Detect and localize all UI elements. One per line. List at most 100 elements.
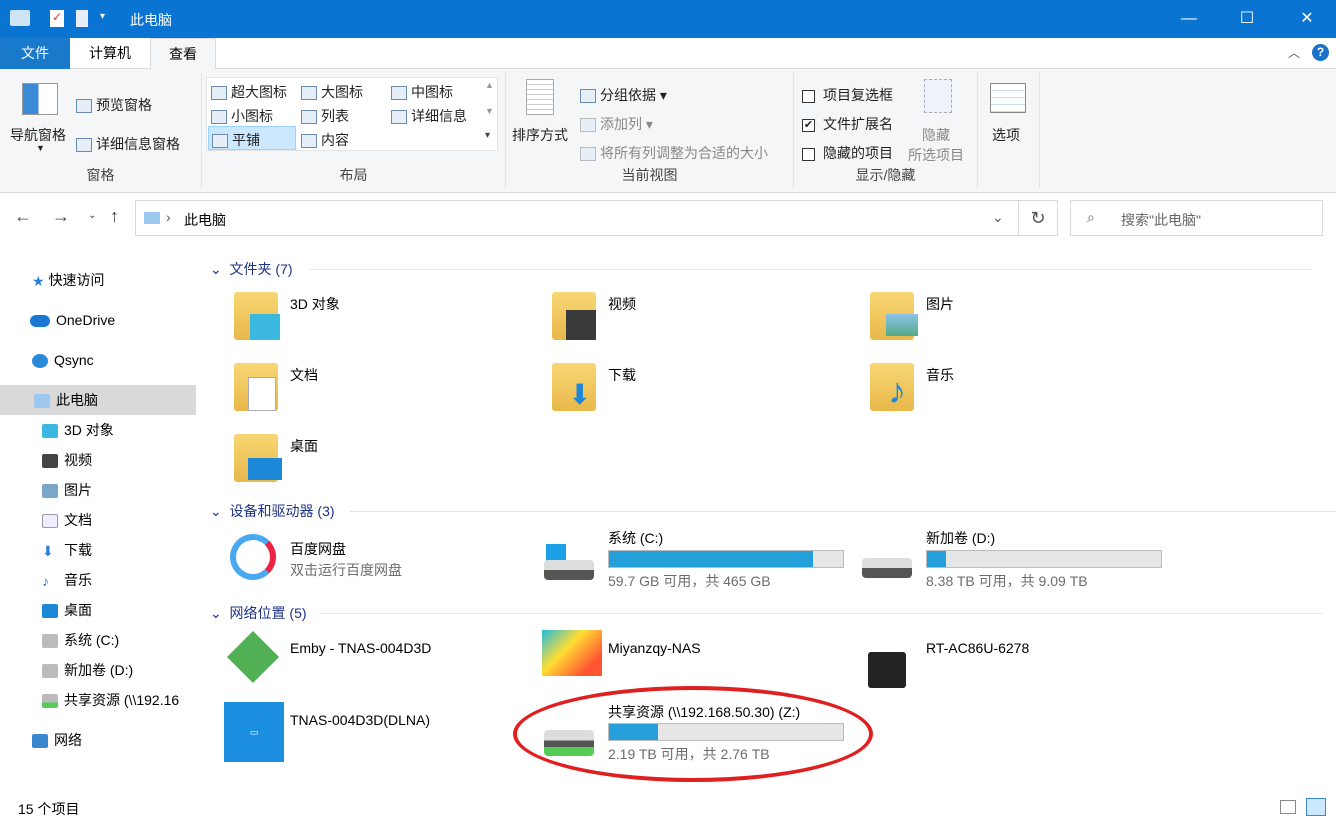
details-pane-button[interactable]: 详细信息窗格 [76, 134, 180, 154]
baidu-netdisk[interactable]: 百度网盘双击运行百度网盘 [224, 528, 534, 594]
address-dropdown-icon[interactable]: ⌄ [992, 209, 1004, 226]
layout-medium[interactable]: 中图标 [391, 82, 453, 102]
folder-videos[interactable]: 视频 [548, 288, 858, 354]
fit-columns-button[interactable]: 将所有列调整为合适的大小 [580, 143, 768, 163]
group-label: 当前视图 [506, 165, 793, 185]
drive-space: 8.38 TB 可用，共 9.09 TB [926, 571, 1088, 591]
refresh-button[interactable]: ↻ [1018, 200, 1058, 236]
group-header-folders[interactable]: ⌄ 文件夹 (7) [210, 259, 1330, 279]
breadcrumb-this-pc[interactable]: 此电脑 [184, 210, 226, 230]
tab-computer[interactable]: 计算机 [72, 38, 148, 69]
nav-pane-button[interactable]: 导航窗格 [10, 125, 66, 145]
sidebar-item-desktop[interactable]: 桌面 [0, 595, 196, 625]
layout-large[interactable]: 大图标 [301, 82, 363, 102]
checkbox[interactable] [802, 148, 815, 161]
folder-desktop[interactable]: 桌面 [230, 430, 540, 496]
layout-list[interactable]: 列表 [301, 106, 349, 126]
minimize-button[interactable]: — [1160, 0, 1218, 38]
sort-by-button[interactable]: 排序方式 [512, 125, 568, 145]
details-pane-icon [76, 138, 92, 152]
preview-pane-button[interactable]: 预览窗格 [76, 95, 152, 115]
network-emby[interactable]: Emby - TNAS-004D3D [224, 628, 534, 694]
network-tnas-dlna[interactable]: ▭TNAS-004D3D(DLNA) [224, 700, 534, 766]
gallery-up-icon[interactable]: ▲ [485, 80, 494, 90]
group-header-devices[interactable]: ⌄ 设备和驱动器 (3) [210, 501, 1330, 521]
layout-details[interactable]: 详细信息 [391, 106, 467, 126]
help-icon[interactable]: ? [1312, 44, 1329, 61]
sidebar-item-3d[interactable]: 3D 对象 [0, 415, 196, 445]
layout-tiles[interactable]: 平铺 [208, 126, 296, 150]
label: 预览窗格 [96, 97, 152, 113]
properties-icon[interactable]: ✓ [50, 10, 64, 27]
sidebar-item-documents[interactable]: 文档 [0, 505, 196, 535]
collapse-icon[interactable]: ⌄ [210, 605, 222, 621]
sidebar-item-drive-c[interactable]: 系统 (C:) [0, 625, 196, 655]
item-checkboxes-toggle[interactable]: 项目复选框 [802, 85, 893, 105]
recent-locations-icon[interactable]: ⌄ [88, 210, 96, 221]
group-by-icon [580, 89, 596, 103]
label: 详细信息 [411, 108, 467, 124]
network-router[interactable]: RT-AC86U-6278 [858, 628, 1168, 694]
sidebar-item-onedrive[interactable]: OneDrive [0, 305, 196, 335]
folder-music[interactable]: ♪音乐 [866, 359, 1176, 425]
sidebar-item-quick-access[interactable]: ★快速访问 [0, 265, 196, 295]
baidu-netdisk-icon [230, 534, 276, 580]
address-bar[interactable]: › 此电脑 ⌄ [135, 200, 1019, 236]
hidden-items-toggle[interactable]: 隐藏的项目 [802, 143, 893, 163]
sidebar-item-pictures[interactable]: 图片 [0, 475, 196, 505]
tab-file[interactable]: 文件 [0, 38, 70, 69]
gallery-more-icon[interactable]: ▾ [485, 130, 490, 141]
drive-c[interactable]: 系统 (C:) 59.7 GB 可用，共 465 GB [540, 528, 850, 594]
customize-toolbar-icon[interactable]: ▾ [100, 11, 105, 22]
group-by-button[interactable]: 分组依据 ▾ [580, 85, 667, 105]
collapse-icon[interactable]: ⌄ [210, 261, 222, 277]
forward-icon[interactable]: → [52, 206, 70, 227]
details-view-icon[interactable] [1280, 800, 1296, 814]
sidebar-item-music[interactable]: ♪音乐 [0, 565, 196, 595]
label: 百度网盘 [290, 539, 346, 559]
desktop-icon [42, 604, 58, 618]
list-icon [301, 110, 317, 124]
folder-documents[interactable]: 文档 [230, 359, 540, 425]
folder-pictures[interactable]: 图片 [866, 288, 1176, 354]
folder-downloads[interactable]: ⬇下载 [548, 359, 858, 425]
layout-small[interactable]: 小图标 [211, 106, 273, 126]
tab-view[interactable]: 查看 [150, 38, 216, 70]
checkbox-checked[interactable]: ✔ [802, 119, 815, 132]
sidebar-item-downloads[interactable]: ⬇下载 [0, 535, 196, 565]
folder-3d-objects[interactable]: 3D 对象 [230, 288, 540, 354]
group-header-network[interactable]: ⌄ 网络位置 (5) [210, 603, 1330, 623]
downloads-folder-icon: ⬇ [552, 363, 596, 411]
layout-content[interactable]: 内容 [301, 130, 349, 150]
new-folder-icon[interactable] [76, 10, 88, 27]
maximize-button[interactable]: ☐ [1218, 0, 1276, 38]
gallery-down-icon[interactable]: ▼ [485, 106, 494, 116]
up-icon[interactable]: ↑ [110, 206, 119, 227]
file-extensions-toggle[interactable]: ✔文件扩展名 [802, 114, 893, 134]
sidebar-item-qsync[interactable]: Qsync [0, 345, 196, 375]
drive-d[interactable]: 新加卷 (D:) 8.38 TB 可用，共 9.09 TB [858, 528, 1168, 594]
computer-icon [34, 394, 50, 408]
annotation-ellipse [513, 686, 873, 782]
options-button[interactable]: 选项 [992, 125, 1020, 145]
network-qnap[interactable]: Miyanzqy-NAS [540, 628, 850, 694]
sidebar-item-drive-d[interactable]: 新加卷 (D:) [0, 655, 196, 685]
close-button[interactable]: ✕ [1278, 0, 1336, 38]
sidebar-item-network-drive[interactable]: 共享资源 (\\192.16 [0, 685, 196, 715]
router-icon [868, 652, 906, 688]
label: 新加卷 (D:) [926, 528, 995, 548]
tiles-view-icon[interactable] [1306, 798, 1326, 816]
checkbox[interactable] [802, 90, 815, 103]
label: 共享资源 (\\192.16 [64, 692, 179, 708]
layout-extra-large[interactable]: 超大图标 [211, 82, 287, 102]
collapse-icon[interactable]: ⌄ [210, 503, 222, 519]
back-icon[interactable]: ← [14, 206, 32, 227]
sidebar-item-videos[interactable]: 视频 [0, 445, 196, 475]
sidebar-item-this-pc[interactable]: 此电脑 [0, 385, 196, 415]
search-input[interactable]: ⌕ 搜索"此电脑" [1070, 200, 1323, 236]
collapse-ribbon-icon[interactable]: ︿ [1288, 44, 1300, 61]
add-columns-button[interactable]: 添加列 ▾ [580, 114, 653, 134]
sidebar-item-network[interactable]: 网络 [0, 725, 196, 755]
hide-selected-button[interactable]: 隐藏 [922, 125, 950, 145]
details-icon [391, 110, 407, 124]
